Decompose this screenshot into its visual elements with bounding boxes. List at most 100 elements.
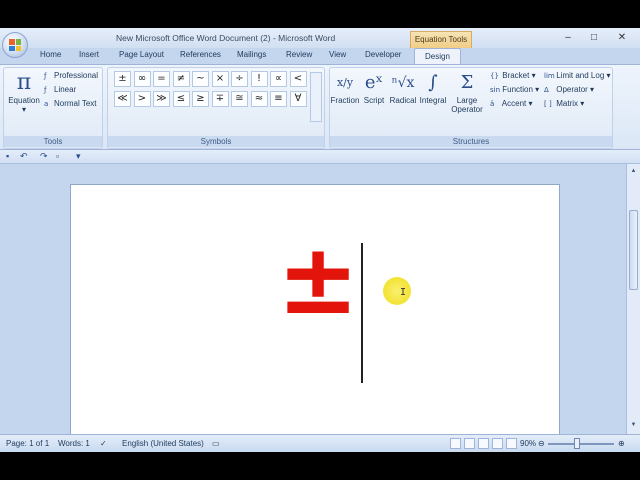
zoom-slider[interactable] bbox=[548, 443, 614, 445]
title-bar: New Microsoft Office Word Document (2) -… bbox=[0, 28, 640, 48]
script-button[interactable]: eˣ Script bbox=[360, 70, 388, 105]
new-document-icon[interactable]: ▫ bbox=[56, 151, 59, 161]
chevron-down-icon: ▾ bbox=[21, 105, 26, 114]
minimize-button[interactable]: – bbox=[555, 31, 581, 45]
macro-record-icon[interactable]: ▭ bbox=[212, 439, 220, 448]
tools-group: π Equation ▾ ƒ Professional ƒ Linear a Norm… bbox=[3, 67, 103, 149]
bracket-button[interactable]: {} Bracket ▾ bbox=[490, 71, 536, 80]
tab-view[interactable]: View bbox=[329, 50, 346, 59]
matrix-icon: [ ] bbox=[544, 100, 552, 108]
text-cursor bbox=[361, 243, 363, 383]
tab-developer[interactable]: Developer bbox=[365, 50, 401, 59]
tab-mailings[interactable]: Mailings bbox=[237, 50, 266, 59]
language[interactable]: English (United States) bbox=[122, 439, 204, 448]
matrix-button[interactable]: [ ] Matrix ▾ bbox=[544, 99, 584, 108]
symbol-button[interactable]: ∞ bbox=[133, 71, 151, 87]
customize-qat-icon[interactable]: ▾ bbox=[76, 151, 81, 162]
symbol-button[interactable]: = bbox=[153, 71, 170, 87]
zoom-out-icon[interactable]: ⊖ bbox=[538, 439, 545, 448]
status-bar: Page: 1 of 1 Words: 1 ✓ English (United … bbox=[0, 434, 640, 452]
maximize-button[interactable]: □ bbox=[581, 31, 607, 45]
undo-icon[interactable]: ↶ bbox=[20, 151, 28, 162]
limit-and-log-button[interactable]: lim Limit and Log ▾ bbox=[544, 71, 611, 80]
word-count[interactable]: Words: 1 bbox=[58, 439, 90, 448]
outline-view-button[interactable] bbox=[492, 438, 503, 449]
web-layout-view-button[interactable] bbox=[478, 438, 489, 449]
tab-page-layout[interactable]: Page Layout bbox=[119, 50, 164, 59]
close-button[interactable]: ✕ bbox=[609, 31, 635, 45]
full-screen-view-button[interactable] bbox=[464, 438, 475, 449]
symbols-group-label: Symbols bbox=[108, 136, 324, 147]
radical-icon: ⁿ√x bbox=[391, 75, 415, 91]
symbol-button[interactable]: < bbox=[289, 71, 307, 87]
ribbon-tabs: Home Insert Page Layout References Maili… bbox=[0, 48, 640, 64]
save-icon[interactable]: ▪ bbox=[6, 151, 9, 161]
symbol-button[interactable]: ∓ bbox=[211, 91, 229, 107]
proofing-icon[interactable]: ✓ bbox=[100, 439, 107, 448]
accent-icon: ä bbox=[490, 100, 495, 108]
document-page[interactable]: ± I bbox=[70, 184, 560, 434]
professional-icon: ƒ bbox=[44, 72, 47, 80]
document-area: ± I bbox=[0, 164, 626, 434]
scroll-thumb[interactable] bbox=[629, 210, 638, 290]
symbol-button[interactable]: ≤ bbox=[172, 91, 190, 107]
tab-references[interactable]: References bbox=[180, 50, 221, 59]
accent-button[interactable]: ä Accent ▾ bbox=[490, 99, 533, 108]
function-button[interactable]: sin Function ▾ bbox=[490, 85, 539, 94]
integral-icon: ∫ bbox=[428, 72, 438, 93]
professional-option[interactable]: ƒ Professional bbox=[44, 71, 98, 80]
sigma-icon: Σ bbox=[460, 72, 474, 93]
office-button[interactable] bbox=[2, 32, 28, 58]
radical-button[interactable]: ⁿ√x Radical bbox=[388, 70, 418, 105]
equation-label: Equation bbox=[8, 96, 40, 105]
symbol-button[interactable]: × bbox=[211, 71, 229, 87]
draft-view-button[interactable] bbox=[506, 438, 517, 449]
zoom-level[interactable]: 90% bbox=[520, 439, 536, 448]
symbol-button[interactable]: ÷ bbox=[231, 71, 248, 87]
symbol-button[interactable]: ≥ bbox=[192, 91, 209, 107]
tab-design[interactable]: Design bbox=[414, 48, 461, 64]
symbol-button[interactable]: ≈ bbox=[250, 91, 268, 107]
page-count[interactable]: Page: 1 of 1 bbox=[6, 439, 49, 448]
symbol-button[interactable]: ≪ bbox=[114, 91, 131, 107]
quick-access-toolbar: ▪ ↶ ↷ ▫ ▾ bbox=[0, 150, 640, 164]
symbol-button[interactable]: ≡ bbox=[270, 91, 287, 107]
symbol-button[interactable]: ∀ bbox=[289, 91, 307, 107]
operator-button[interactable]: Δ Operator ▾ bbox=[544, 85, 594, 94]
vertical-scrollbar[interactable]: ▲ ▼ bbox=[626, 164, 640, 434]
tab-insert[interactable]: Insert bbox=[79, 50, 99, 59]
limit-icon: lim bbox=[544, 72, 555, 80]
normal-text-icon: a bbox=[44, 100, 49, 108]
equation-tools-context-tab: Equation Tools bbox=[410, 31, 472, 48]
operator-icon: Δ bbox=[544, 86, 549, 94]
fraction-button[interactable]: x/y Fraction bbox=[330, 70, 360, 105]
tab-home[interactable]: Home bbox=[40, 50, 61, 59]
symbol-button[interactable]: ≅ bbox=[231, 91, 248, 107]
symbols-group: ± ∞ = ≠ ~ × ÷! ∝ < ≪ > ≫ ≤ ≥ ∓ ≅ ≈ ≡ ∀ Symbols bbox=[107, 67, 325, 149]
symbol-button[interactable]: > bbox=[133, 91, 151, 107]
symbol-button[interactable]: ~ bbox=[192, 71, 209, 87]
large-operator-button[interactable]: Σ Large Operator bbox=[448, 70, 486, 114]
equation-button[interactable]: π Equation ▾ bbox=[6, 70, 42, 114]
tab-review[interactable]: Review bbox=[286, 50, 312, 59]
zoom-in-icon[interactable]: ⊕ bbox=[618, 439, 625, 448]
symbol-button[interactable]: ≫ bbox=[153, 91, 170, 107]
linear-option[interactable]: ƒ Linear bbox=[44, 85, 76, 94]
symbol-button[interactable]: ∝ bbox=[270, 71, 287, 87]
symbol-button[interactable]: ! bbox=[250, 71, 268, 87]
scroll-down-icon[interactable]: ▼ bbox=[629, 420, 638, 430]
symbols-scroll[interactable] bbox=[310, 72, 322, 122]
office-logo-icon bbox=[9, 39, 21, 51]
scroll-up-icon[interactable]: ▲ bbox=[629, 166, 638, 176]
symbol-button[interactable]: ≠ bbox=[172, 71, 190, 87]
redo-icon[interactable]: ↷ bbox=[40, 151, 48, 162]
symbol-button[interactable]: ± bbox=[114, 71, 131, 87]
normal-text-option[interactable]: a Normal Text bbox=[44, 99, 97, 108]
window-title: New Microsoft Office Word Document (2) -… bbox=[116, 33, 336, 43]
print-layout-view-button[interactable] bbox=[450, 438, 461, 449]
integral-button[interactable]: ∫ Integral bbox=[418, 70, 448, 105]
fraction-icon: x/y bbox=[336, 76, 354, 89]
zoom-slider-thumb[interactable] bbox=[574, 438, 580, 449]
script-icon: eˣ bbox=[364, 72, 384, 93]
structures-group-label: Structures bbox=[330, 136, 612, 147]
